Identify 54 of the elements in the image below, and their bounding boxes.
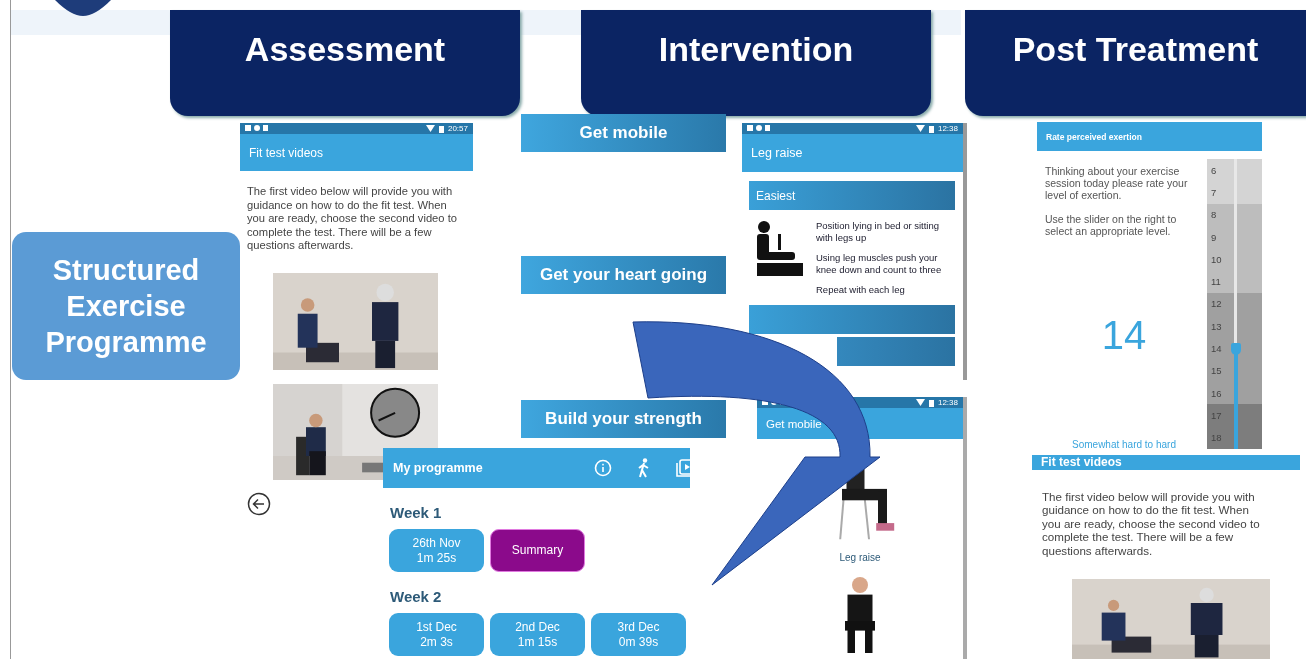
scale-number: 10 — [1207, 248, 1262, 271]
instruction-text: Repeat with each leg — [816, 284, 906, 296]
battery-icon — [928, 398, 934, 407]
category-button[interactable]: Build your strength — [521, 400, 726, 438]
app-bar-title: Leg raise — [742, 134, 963, 172]
category-button[interactable]: Get your heart going — [521, 256, 726, 294]
session-button[interactable]: 3rd Dec 0m 39s — [591, 613, 686, 656]
level-header[interactable] — [749, 304, 955, 334]
instruction-text: Using leg muscles push your knee down and count to three — [816, 252, 943, 275]
category-button[interactable]: Get mobile — [521, 114, 726, 152]
stage-header: Assessment — [170, 10, 520, 116]
video-library-icon[interactable] — [676, 459, 690, 477]
side-label: Structured Exercise Programme — [12, 232, 240, 380]
wifi-icon — [425, 125, 435, 132]
summary-button[interactable]: Summary — [490, 529, 585, 572]
scale-number: 13 — [1207, 315, 1262, 338]
scale-number: 11 — [1207, 270, 1262, 293]
rating-value: 14 — [1101, 315, 1147, 355]
walking-figure-icon[interactable] — [638, 458, 650, 478]
back-icon[interactable] — [247, 491, 271, 516]
instruction-text: Position lying in bed or sitting with legs up — [816, 220, 941, 243]
status-time: 12:38 — [937, 398, 958, 407]
session-button[interactable]: 2nd Dec 1m 15s — [490, 613, 585, 656]
slider-thumb[interactable] — [1231, 342, 1241, 355]
battery-icon — [438, 124, 444, 133]
intro-text: The first video below will provide you with guidance on how to do the fit test. When you are ready, choose the second video to complete the test. There will be a few questions afterwards. — [246, 184, 458, 253]
scale-number: 7 — [1207, 181, 1262, 204]
wifi-icon — [915, 125, 925, 132]
app-bar-title: My programme — [393, 461, 484, 475]
level-header[interactable]: Easiest — [749, 181, 955, 210]
scale-number: 14 — [1207, 337, 1262, 360]
info-icon[interactable] — [594, 459, 612, 477]
app-bar-title: Fit test videos — [240, 134, 473, 171]
status-time: 20:57 — [447, 124, 468, 133]
app-bar-title: Fit test videos — [1032, 455, 1300, 470]
session-button[interactable]: 26th Nov 1m 25s — [389, 529, 484, 572]
intro-text: The first video below will provide you with guidance on how to do the fit test. When you are ready, choose the second video to complete the test. There will be a few questions afterwards. — [1041, 488, 1261, 557]
seated-figure-icon — [754, 220, 806, 278]
battery-icon — [928, 124, 934, 133]
stage-header: Post Treatment — [965, 10, 1306, 116]
app-bar-title: Rate perceived exertion — [1037, 122, 1262, 151]
session-button[interactable]: 1st Dec 2m 3s — [389, 613, 484, 656]
stage-header: Intervention — [581, 10, 931, 116]
level-header[interactable] — [837, 336, 955, 366]
week-heading: Week 1 — [390, 504, 443, 521]
status-time: 12:38 — [937, 124, 958, 133]
exercise-caption[interactable]: Leg raise — [839, 552, 881, 563]
logo-icon — [55, 0, 111, 16]
rating-descriptor: Somewhat hard to hard — [1071, 439, 1177, 452]
scale-number: 6 — [1207, 159, 1262, 182]
instruction-text: Use the slider on the right to select an appropriate level. — [1045, 213, 1178, 237]
wifi-icon — [915, 399, 925, 406]
instruction-text: Thinking about your exercise session today please rate your level of exertion. — [1045, 165, 1189, 201]
week-heading: Week 2 — [390, 588, 443, 605]
